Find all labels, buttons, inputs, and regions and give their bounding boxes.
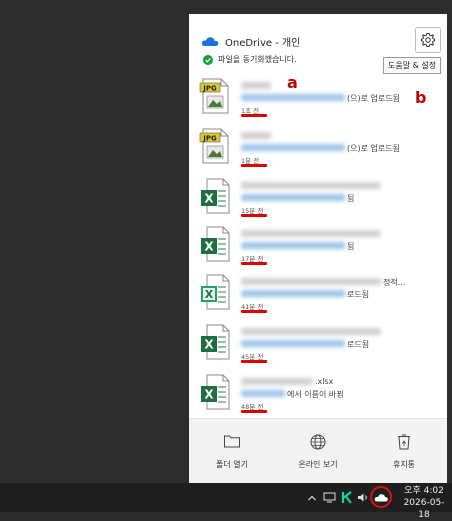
file-status-text: 됨 xyxy=(347,194,355,203)
recent-files-list: JPG (으)로 업로드됨 1초 전 JPG (으)로 업로드됨 1분 전 X … xyxy=(189,74,447,418)
view-online-label: 온라인 보기 xyxy=(298,460,338,469)
folder-link-redacted xyxy=(241,144,345,151)
flyout-footer: 폴더 열기 온라인 보기 휴지통 xyxy=(189,418,447,483)
folder-link-redacted xyxy=(241,340,345,347)
folder-link-redacted xyxy=(241,242,345,249)
annotation-underline xyxy=(241,262,267,265)
desktop-background-top xyxy=(188,0,452,14)
file-name-redacted xyxy=(241,378,313,385)
annotation-circle xyxy=(370,486,392,508)
file-name-redacted xyxy=(241,132,271,139)
file-row[interactable]: X .xlsx 에서 이름이 바뀜 48분 전 xyxy=(189,370,447,418)
excel-file-icon: X xyxy=(201,226,230,262)
file-status-text: (으)로 업로드됨 xyxy=(347,94,400,103)
flyout-header: OneDrive - 개인 파일을 동기화했습니다. 도움말 & 설정 xyxy=(189,14,447,74)
panel-title: OneDrive - 개인 xyxy=(225,38,301,49)
svg-text:JPG: JPG xyxy=(202,135,217,143)
jpg-file-icon: JPG xyxy=(199,78,229,114)
file-status-text: 됨 xyxy=(347,242,355,251)
file-name-redacted xyxy=(241,328,381,335)
view-online-button[interactable]: 온라인 보기 xyxy=(275,419,361,483)
excel-file-icon: X xyxy=(201,274,230,310)
brand: OneDrive - 개인 xyxy=(201,34,300,49)
file-name-redacted xyxy=(241,182,381,189)
file-status-text: 로드됨 xyxy=(347,290,370,299)
recycle-bin-button[interactable]: 휴지통 xyxy=(361,419,447,483)
folder-link-redacted xyxy=(241,94,345,101)
clock-date: 2026-05-18 xyxy=(403,498,445,520)
network-icon[interactable] xyxy=(321,483,337,512)
recycle-bin-label: 휴지통 xyxy=(392,460,416,469)
file-row[interactable]: X 정적... 로드됨 41분 전 xyxy=(189,270,447,318)
folder-icon xyxy=(224,435,240,448)
check-circle-icon xyxy=(203,54,213,65)
help-settings-tooltip: 도움말 & 설정 xyxy=(383,57,442,74)
file-name-redacted xyxy=(241,278,381,285)
app-k-tray-icon[interactable] xyxy=(339,483,355,512)
file-row[interactable]: X 됨 17분 전 xyxy=(189,222,447,270)
file-row[interactable]: X 로드됨 45분 전 xyxy=(189,320,447,368)
excel-file-icon: X xyxy=(201,374,230,410)
jpg-file-icon: JPG xyxy=(199,128,229,164)
desktop-background xyxy=(0,0,188,483)
tray-overflow-chevron-icon[interactable] xyxy=(305,483,319,512)
help-settings-button[interactable] xyxy=(415,27,441,53)
svg-text:X: X xyxy=(204,388,214,402)
system-clock[interactable]: 오후 4:02 2026-05-18 xyxy=(398,485,450,521)
file-row[interactable]: X 됨 15분 전 xyxy=(189,174,447,222)
sync-status: 파일을 동기화했습니다. xyxy=(203,54,297,65)
folder-link-redacted xyxy=(241,390,285,397)
onedrive-flyout: OneDrive - 개인 파일을 동기화했습니다. 도움말 & 설정 JPG xyxy=(189,14,447,483)
annotation-marker-a: a xyxy=(287,73,298,92)
file-status-text: 로드됨 xyxy=(347,340,370,349)
svg-text:X: X xyxy=(204,192,214,206)
excel-file-icon: X xyxy=(201,324,230,360)
annotation-underline xyxy=(241,410,267,413)
file-row[interactable]: JPG (으)로 업로드됨 1초 전 xyxy=(189,74,447,122)
sync-status-text: 파일을 동기화했습니다. xyxy=(218,55,297,64)
svg-text:X: X xyxy=(204,338,214,352)
open-folder-button[interactable]: 폴더 열기 xyxy=(189,419,275,483)
annotation-underline xyxy=(241,114,267,117)
svg-text:X: X xyxy=(204,240,214,254)
open-folder-label: 폴더 열기 xyxy=(216,460,248,469)
folder-link-redacted xyxy=(241,290,345,297)
file-name-redacted xyxy=(241,82,271,89)
desktop-background-right xyxy=(447,14,452,483)
annotation-underline xyxy=(241,164,267,167)
gear-icon xyxy=(421,33,435,47)
svg-text:X: X xyxy=(205,288,214,301)
svg-text:JPG: JPG xyxy=(202,85,217,93)
recycle-bin-icon xyxy=(398,434,410,450)
file-status-text: 에서 이름이 바뀜 xyxy=(287,390,344,399)
onedrive-cloud-icon xyxy=(201,37,219,46)
annotation-underline xyxy=(241,310,267,313)
annotation-marker-b: b xyxy=(415,88,427,107)
globe-icon xyxy=(310,434,326,450)
file-name-suffix: .xlsx xyxy=(315,377,334,386)
annotation-underline xyxy=(241,360,267,363)
annotation-underline xyxy=(241,214,267,217)
excel-file-icon: X xyxy=(201,178,230,214)
folder-link-redacted xyxy=(241,194,345,201)
file-status-text: (으)로 업로드됨 xyxy=(347,144,400,153)
file-name-redacted xyxy=(241,230,381,237)
file-name-suffix: 정적... xyxy=(383,278,406,287)
volume-icon[interactable] xyxy=(356,483,370,512)
file-row[interactable]: JPG (으)로 업로드됨 1분 전 xyxy=(189,124,447,172)
clock-time: 오후 4:02 xyxy=(404,486,444,496)
